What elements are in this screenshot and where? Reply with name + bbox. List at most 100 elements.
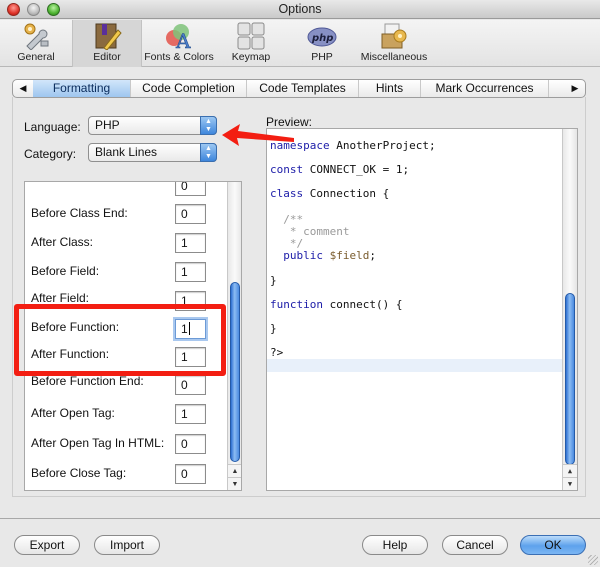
scroll-up-button[interactable]: ▲: [228, 464, 241, 477]
option-label: After Function:: [31, 347, 110, 361]
minimize-window-button[interactable]: [27, 3, 40, 16]
language-label: Language:: [24, 120, 81, 134]
text-caret: [188, 322, 190, 335]
before-class-end-field[interactable]: 0: [175, 204, 206, 224]
export-button[interactable]: Export: [14, 535, 80, 555]
svg-text:php: php: [311, 33, 333, 44]
category-select[interactable]: Blank Lines ▲ ▼: [88, 143, 217, 162]
blank-lines-options-list: 0 Before Class End: 0 After Class: 1 Bef…: [24, 181, 242, 491]
after-function-field[interactable]: 1: [175, 347, 206, 367]
option-label: Before Function:: [31, 320, 120, 334]
toolbar-item-general[interactable]: General: [8, 20, 64, 67]
before-function-end-field[interactable]: 0: [175, 375, 206, 395]
option-row: Before Function: 1: [25, 319, 225, 343]
after-class-field[interactable]: 1: [175, 233, 206, 253]
tab-code-completion[interactable]: Code Completion: [131, 80, 247, 97]
code-line: }: [270, 274, 277, 287]
language-select[interactable]: PHP ▲ ▼: [88, 116, 217, 135]
scroll-up-button[interactable]: ▲: [563, 464, 577, 477]
option-label: Before Close Tag:: [31, 466, 127, 480]
code-text: Connection {: [303, 187, 390, 200]
category-label: Category:: [24, 147, 77, 161]
zoom-window-button[interactable]: [47, 3, 60, 16]
option-row: Before Class End: 0: [25, 204, 225, 228]
option-label: After Open Tag In HTML:: [31, 436, 165, 450]
code-text: }: [270, 322, 277, 335]
red-arrow-annotation: [222, 124, 294, 146]
option-label: After Class:: [31, 235, 94, 249]
before-field-field[interactable]: 1: [175, 262, 206, 282]
toolbar-item-php[interactable]: php PHP: [292, 20, 352, 67]
code-line: public $field;: [270, 249, 376, 262]
code-keyword: public: [270, 249, 323, 262]
toolbar-label: Keymap: [231, 51, 271, 63]
import-button[interactable]: Import: [94, 535, 160, 555]
option-row: After Open Tag In HTML: 0: [25, 434, 225, 458]
tab-code-templates[interactable]: Code Templates: [247, 80, 359, 97]
close-window-button[interactable]: [7, 3, 20, 16]
option-label: Before Field:: [31, 264, 100, 278]
after-open-tag-in-html-field[interactable]: 0: [175, 434, 206, 454]
code-line: ?>: [270, 346, 283, 359]
before-function-field[interactable]: 1: [175, 319, 206, 339]
option-row: Before Field: 1: [25, 262, 225, 286]
ok-button[interactable]: OK: [520, 535, 586, 555]
option-label: Before Function End:: [31, 374, 144, 388]
tab-formatting[interactable]: Formatting: [33, 80, 131, 97]
current-line-highlight: [267, 359, 563, 372]
code-text: connect() {: [322, 298, 403, 311]
window-title: Options: [278, 2, 322, 16]
code-keyword: function: [270, 298, 323, 311]
cancel-button[interactable]: Cancel: [442, 535, 508, 555]
after-field-field[interactable]: 1: [175, 291, 206, 311]
code-text: AnotherProject;: [329, 139, 436, 152]
toolbar-item-miscellaneous[interactable]: Miscellaneous: [358, 20, 430, 67]
toolbar-item-keymap[interactable]: Keymap: [220, 20, 282, 67]
svg-text:A: A: [175, 29, 191, 50]
category-value: Blank Lines: [95, 145, 158, 159]
code-preview: namespace AnotherProject; const CONNECT_O…: [266, 128, 578, 491]
preferences-toolbar: General Editor A Fonts & Colors Keymap p…: [0, 20, 600, 67]
code-text: ;: [369, 249, 376, 262]
scrollbar-thumb[interactable]: [565, 293, 575, 465]
partial-value-field[interactable]: 0: [175, 182, 206, 196]
toolbar-item-editor[interactable]: Editor: [72, 20, 142, 67]
fonts-colors-icon: A: [164, 22, 194, 53]
code-keyword: class: [270, 187, 304, 200]
preview-scrollbar[interactable]: ▲ ▼: [562, 129, 577, 490]
toolbar-item-fonts-colors[interactable]: A Fonts & Colors: [144, 20, 214, 67]
code-line: const CONNECT_OK = 1;: [270, 163, 409, 176]
tab-mark-occurrences[interactable]: Mark Occurrences: [421, 80, 549, 97]
option-row-partial: 0: [25, 182, 225, 200]
code-line: }: [270, 322, 277, 335]
scrollbar-thumb[interactable]: [230, 282, 240, 462]
option-row: After Class: 1: [25, 233, 225, 257]
scroll-down-button[interactable]: ▼: [228, 477, 241, 490]
book-pencil-icon: [92, 22, 122, 51]
tab-scroll-left-button[interactable]: ◀: [13, 83, 33, 94]
code-line: class Connection {: [270, 187, 389, 200]
options-scrollbar[interactable]: ▲ ▼: [227, 182, 241, 490]
code-keyword: const: [270, 163, 304, 176]
option-label: After Field:: [31, 291, 90, 305]
keyboard-keys-icon: [236, 22, 266, 50]
window-title-bar: Options: [0, 0, 600, 19]
code-text: CONNECT_OK = 1;: [303, 163, 410, 176]
tab-hints[interactable]: Hints: [359, 80, 421, 97]
help-button[interactable]: Help: [362, 535, 428, 555]
language-value: PHP: [95, 118, 120, 132]
toolbar-label: Editor: [93, 51, 121, 63]
scroll-down-button[interactable]: ▼: [563, 477, 577, 490]
after-open-tag-field[interactable]: 1: [175, 404, 206, 424]
toolbar-label: PHP: [311, 51, 333, 63]
tab-scroll-right-button[interactable]: ▶: [565, 83, 585, 94]
folder-gear-icon: [379, 22, 409, 50]
code-text: }: [270, 274, 277, 287]
resize-grip-icon[interactable]: [588, 555, 598, 565]
before-close-tag-field[interactable]: 0: [175, 464, 206, 484]
toolbar-label: General: [17, 51, 55, 63]
before-function-value: 1: [181, 322, 188, 336]
gear-wrench-icon: [21, 22, 51, 51]
option-label: After Open Tag:: [31, 406, 115, 420]
